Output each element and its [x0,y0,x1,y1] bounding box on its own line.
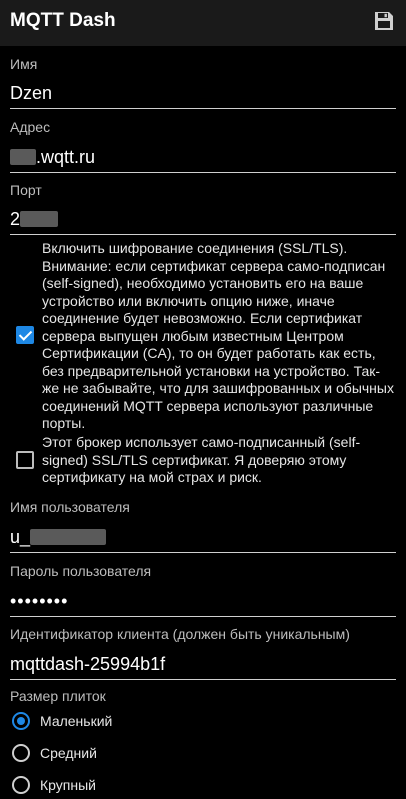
ssl-description: Включить шифрование соединения (SSL/TLS)… [42,240,394,431]
name-value: Dzen [10,82,53,103]
redacted-block [10,149,36,165]
self-signed-checkbox[interactable] [16,451,34,469]
port-value-prefix: 2 [10,208,21,229]
radio-label: Крупный [40,777,96,793]
address-value-suffix: .wqtt.ru [36,146,96,167]
password-field[interactable]: •••••••• [10,586,396,617]
radio-button[interactable] [12,744,30,762]
radio-option-large[interactable]: Крупный [10,771,96,799]
client-id-field[interactable]: mqttdash-25994b1f [10,649,396,680]
port-label: Порт [10,182,42,198]
radio-option-small[interactable]: Маленький [10,707,112,735]
radio-label: Средний [40,745,97,761]
username-field[interactable]: u_ [10,522,396,553]
save-icon[interactable] [372,9,396,33]
name-label: Имя [10,56,38,72]
radio-button[interactable] [12,776,30,794]
radio-option-medium[interactable]: Средний [10,739,97,767]
password-label: Пароль пользователя [10,563,152,579]
address-field[interactable]: .wqtt.ru [10,142,396,173]
radio-button[interactable] [12,712,30,730]
app-bar: MQTT Dash [0,0,406,46]
ssl-checkbox[interactable] [16,326,34,344]
radio-label: Маленький [40,713,113,729]
client-id-label: Идентификатор клиента (должен быть уника… [10,626,350,642]
redacted-block [20,211,59,227]
client-id-value: mqttdash-25994b1f [10,653,166,674]
address-label: Адрес [10,119,51,135]
self-signed-description: Этот брокер использует само-подписанный … [42,434,361,485]
username-label: Имя пользователя [10,499,130,515]
port-field[interactable]: 2 [10,204,396,235]
name-field[interactable]: Dzen [10,78,396,109]
tile-size-label: Размер плиток [10,688,106,704]
username-value-prefix: u_ [10,526,31,547]
password-value: •••••••• [10,590,69,611]
app-title: MQTT Dash [10,10,116,31]
redacted-block [30,529,107,545]
